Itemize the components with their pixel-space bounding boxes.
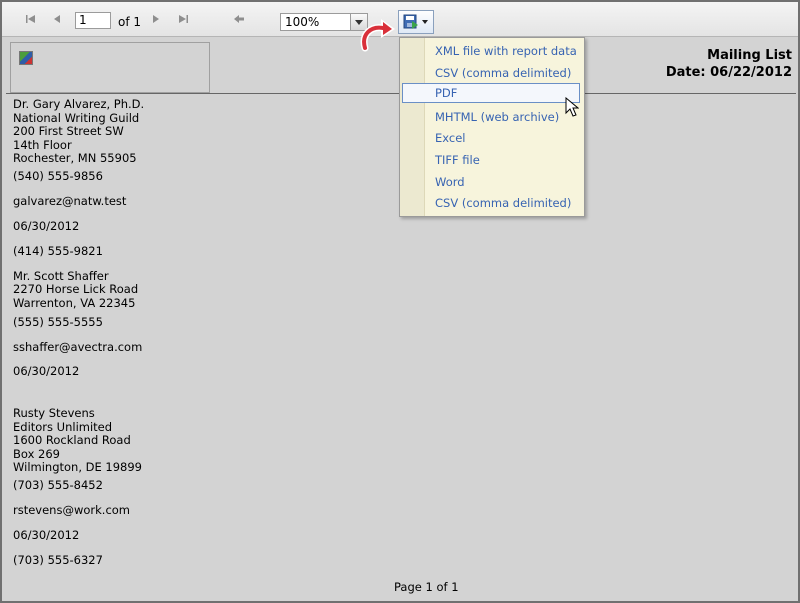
menu-item-word[interactable]: Word (402, 172, 580, 192)
previous-page-icon[interactable] (50, 12, 64, 26)
report-line: Editors Unlimited (13, 420, 113, 434)
menu-item-xml[interactable]: XML file with report data (402, 41, 580, 61)
export-button[interactable] (398, 10, 434, 34)
report-line: Wilmington, DE 19899 (13, 460, 142, 474)
broken-image-icon (19, 51, 33, 65)
logo-box (10, 42, 210, 93)
report-line: Mr. Scott Shaffer (13, 269, 109, 283)
menu-item-excel[interactable]: Excel (402, 128, 580, 148)
export-format-menu: XML file with report data CSV (comma del… (399, 37, 585, 217)
report-line: Rusty Stevens (13, 406, 95, 420)
report-line: (555) 555-5555 (13, 315, 103, 329)
curved-arrow-icon (360, 19, 395, 52)
report-line: Box 269 (13, 447, 60, 461)
zoom-select[interactable]: 100% (280, 13, 368, 31)
page-number-input[interactable] (75, 12, 111, 29)
report-line: (414) 555-9821 (13, 244, 103, 258)
first-page-icon[interactable] (24, 12, 38, 26)
report-toolbar: of 1 100% (2, 2, 798, 37)
report-line: Dr. Gary Alvarez, Ph.D. (13, 97, 145, 111)
menu-item-mhtml[interactable]: MHTML (web archive) (402, 107, 580, 127)
report-title: Mailing List (707, 48, 792, 63)
report-line: (540) 555-9856 (13, 169, 103, 183)
report-line: 200 First Street SW (13, 124, 124, 138)
report-line: Warrenton, VA 22345 (13, 296, 136, 310)
report-line: 06/30/2012 (13, 528, 80, 542)
report-line: sshaffer@avectra.com (13, 340, 143, 354)
last-page-icon[interactable] (176, 12, 190, 26)
report-date: Date: 06/22/2012 (665, 65, 792, 80)
report-line: galvarez@natw.test (13, 194, 127, 208)
report-line: 1600 Rockland Road (13, 433, 131, 447)
zoom-value: 100% (285, 15, 320, 29)
menu-item-tiff[interactable]: TIFF file (402, 150, 580, 170)
report-line: rstevens@work.com (13, 503, 131, 517)
report-line: (703) 555-8452 (13, 478, 103, 492)
report-line: National Writing Guild (13, 111, 140, 125)
menu-item-csv[interactable]: CSV (comma delimited) (402, 63, 580, 83)
report-line: (703) 555-6327 (13, 553, 103, 567)
report-line: 2270 Horse Lick Road (13, 282, 139, 296)
export-dropdown-arrow-icon (422, 20, 428, 24)
save-export-icon (403, 14, 418, 29)
mouse-pointer-icon (565, 97, 579, 117)
page-count-label: of 1 (118, 15, 142, 29)
menu-item-csv-2[interactable]: CSV (comma delimited) (402, 193, 580, 213)
report-line: Rochester, MN 55905 (13, 151, 137, 165)
next-page-icon[interactable] (149, 12, 163, 26)
report-line: 06/30/2012 (13, 219, 80, 233)
report-line: 14th Floor (13, 138, 72, 152)
report-page-footer: Page 1 of 1 (394, 580, 459, 594)
report-line: 06/30/2012 (13, 364, 80, 378)
report-viewer: of 1 100% Mailing List Date: 06/22/2012 (0, 0, 800, 603)
menu-item-pdf[interactable]: PDF (402, 83, 580, 103)
back-to-parent-icon[interactable] (232, 12, 246, 26)
